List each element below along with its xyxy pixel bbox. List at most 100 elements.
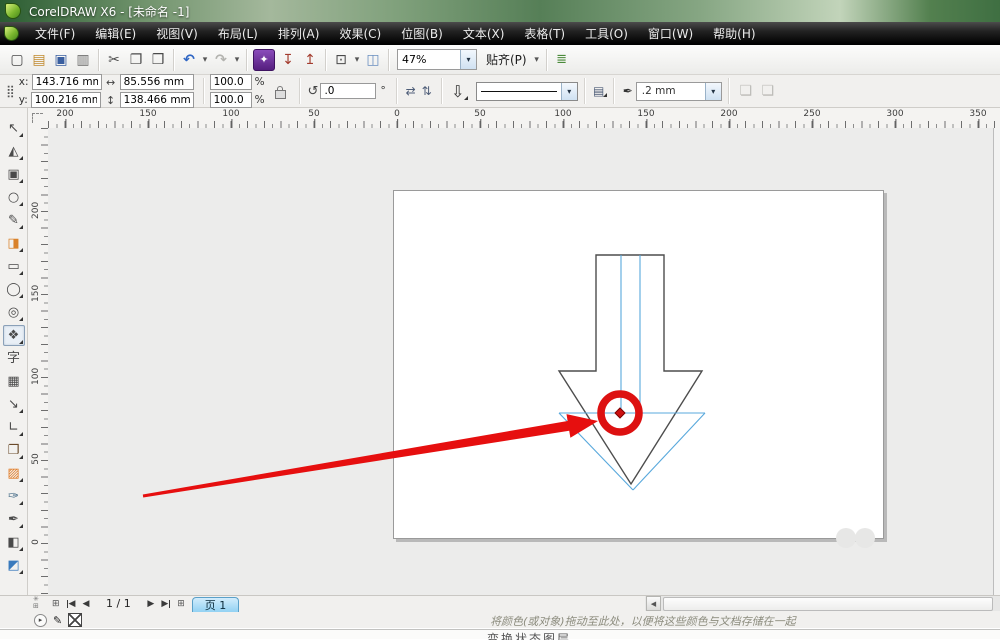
welcome-screen-icon[interactable]: ◫ xyxy=(362,49,384,71)
tool-ellipse[interactable]: ◯ xyxy=(3,279,25,300)
object-height-field[interactable] xyxy=(120,92,194,108)
snap-to-button[interactable]: 贴齐(P) xyxy=(481,51,532,68)
menu-help[interactable]: 帮助(H) xyxy=(703,22,765,45)
lock-ratio-icon[interactable] xyxy=(275,90,286,99)
menu-tools[interactable]: 工具(O) xyxy=(575,22,638,45)
tool-interactive-fill[interactable]: ◩ xyxy=(3,555,25,576)
application-launcher-icon[interactable]: ⊡ xyxy=(330,49,352,71)
tool-table[interactable]: ▦ xyxy=(3,371,25,392)
x-position-field[interactable] xyxy=(32,74,102,90)
ruler-origin-box[interactable] xyxy=(28,108,49,129)
menu-bitmaps[interactable]: 位图(B) xyxy=(391,22,453,45)
arrow-shape-object[interactable] xyxy=(559,255,702,484)
menu-window[interactable]: 窗口(W) xyxy=(638,22,703,45)
paste-icon[interactable]: ❒ xyxy=(147,49,169,71)
menu-file[interactable]: 文件(F) xyxy=(25,22,85,45)
tool-crop[interactable]: ▣ xyxy=(3,164,25,185)
quick-customize-icons[interactable]: ✳ ⊞ xyxy=(33,596,39,610)
undo-dropdown-icon[interactable]: ▾ xyxy=(200,55,210,65)
perfect-shape-picker-icon[interactable]: ⇩ xyxy=(448,82,468,101)
add-page-after-button[interactable]: ⊞ xyxy=(177,599,185,609)
menu-table[interactable]: 表格(T) xyxy=(514,22,575,45)
copy-icon[interactable]: ❐ xyxy=(125,49,147,71)
color-eyedropper-icon[interactable]: ✎ xyxy=(53,614,62,627)
page-tab[interactable]: 页 1 xyxy=(192,597,240,613)
outline-width-dropdown-icon[interactable]: ▾ xyxy=(705,83,721,100)
horizontal-ruler[interactable]: 200 150 100 50 0 50 100 150 200 250 300 … xyxy=(48,108,1000,129)
wrap-text-icon[interactable]: ▤ xyxy=(591,84,607,98)
tool-transparency[interactable]: ▨ xyxy=(3,463,25,484)
tool-basic-shapes[interactable]: ❖ xyxy=(3,325,25,346)
add-page-button[interactable]: ⊞ xyxy=(52,599,60,609)
mirror-vertical-icon[interactable]: ⇅ xyxy=(419,84,435,98)
zoom-level-combo[interactable]: ▾ xyxy=(397,49,477,70)
outline-style-dropdown-icon[interactable]: ▾ xyxy=(561,83,577,100)
menu-view[interactable]: 视图(V) xyxy=(146,22,208,45)
outline-style-dropdown[interactable]: ▾ xyxy=(476,82,578,101)
polygon-tool-icon: ◎ xyxy=(8,306,19,319)
vertical-scrollbar[interactable] xyxy=(993,128,1000,595)
drawing-canvas[interactable] xyxy=(48,128,993,595)
y-label: y: xyxy=(19,94,28,106)
cut-icon[interactable]: ✂ xyxy=(103,49,125,71)
to-back-icon: ❏ xyxy=(757,80,779,102)
menu-text[interactable]: 文本(X) xyxy=(453,22,515,45)
tool-connector[interactable]: ∟ xyxy=(3,417,25,438)
new-document-icon[interactable]: ▢ xyxy=(6,49,28,71)
tool-fill[interactable]: ◧ xyxy=(3,532,25,553)
tool-dimension[interactable]: ↘ xyxy=(3,394,25,415)
scale-y-field[interactable] xyxy=(210,92,252,108)
object-width-field[interactable] xyxy=(120,74,194,90)
h-ruler-label: 150 xyxy=(637,109,654,119)
tool-drop-shadow[interactable]: ❐ xyxy=(3,440,25,461)
zoom-dropdown-icon[interactable]: ▾ xyxy=(460,50,476,69)
propbar-separator xyxy=(203,78,204,104)
v-ruler-label: 0 xyxy=(31,534,41,550)
launcher-dropdown-icon[interactable]: ▾ xyxy=(352,55,362,65)
tool-text[interactable]: 字 xyxy=(3,348,25,369)
tool-eyedropper[interactable]: ✑ xyxy=(3,486,25,507)
undo-icon[interactable]: ↶ xyxy=(178,49,200,71)
menu-edit[interactable]: 编辑(E) xyxy=(85,22,146,45)
search-content-icon[interactable]: ✦ xyxy=(253,49,275,71)
export-icon[interactable]: ↥ xyxy=(299,49,321,71)
scale-x-field[interactable] xyxy=(210,74,252,90)
tool-pick[interactable]: ↖ xyxy=(3,118,25,139)
previous-page-button[interactable]: ◀ xyxy=(82,599,89,609)
tool-outline-pen[interactable]: ✒ xyxy=(3,509,25,530)
open-icon[interactable]: ▤ xyxy=(28,49,50,71)
app-menu-icon[interactable] xyxy=(4,26,19,41)
palette-flyout-button[interactable]: ▸ xyxy=(34,614,47,627)
tool-smart-fill[interactable]: ◨ xyxy=(3,233,25,254)
tool-shape[interactable]: ◭ xyxy=(3,141,25,162)
outline-width-dropdown[interactable]: .2 mm ▾ xyxy=(636,82,722,101)
scroll-left-button[interactable]: ◀ xyxy=(646,596,661,611)
menu-effects[interactable]: 效果(C) xyxy=(329,22,391,45)
snap-dropdown-icon[interactable]: ▾ xyxy=(532,55,542,65)
coreldraw-logo-icon xyxy=(5,3,21,19)
menu-arrange[interactable]: 排列(A) xyxy=(268,22,330,45)
scrollbar-thumb[interactable] xyxy=(663,597,993,611)
next-page-button[interactable]: ▶ xyxy=(147,599,154,609)
last-page-button[interactable]: ▶ xyxy=(161,599,170,609)
import-icon[interactable]: ↧ xyxy=(277,49,299,71)
object-height-icon: ↕ xyxy=(105,94,117,107)
tool-zoom[interactable]: ○ xyxy=(3,187,25,208)
no-fill-swatch[interactable] xyxy=(68,613,82,627)
rotation-angle-field[interactable] xyxy=(320,83,376,99)
mirror-horizontal-icon[interactable]: ⇄ xyxy=(403,84,419,98)
tool-polygon[interactable]: ◎ xyxy=(3,302,25,323)
options-icon[interactable]: ≣ xyxy=(551,49,573,71)
eyedropper-tool-icon: ✑ xyxy=(8,490,19,503)
vertical-ruler[interactable]: 200 150 100 50 0 xyxy=(28,128,49,595)
y-position-field[interactable] xyxy=(31,92,101,108)
zoom-level-input[interactable] xyxy=(398,52,460,67)
tool-freehand[interactable]: ✎ xyxy=(3,210,25,231)
print-icon[interactable]: ▥ xyxy=(72,49,94,71)
first-page-button[interactable]: ◀ xyxy=(67,599,76,609)
tool-rectangle[interactable]: ▭ xyxy=(3,256,25,277)
save-icon[interactable]: ▣ xyxy=(50,49,72,71)
pick-tool-icon: ↖ xyxy=(8,122,19,135)
menu-layout[interactable]: 布局(L) xyxy=(208,22,268,45)
horizontal-scrollbar[interactable]: ◀ xyxy=(645,596,1000,611)
